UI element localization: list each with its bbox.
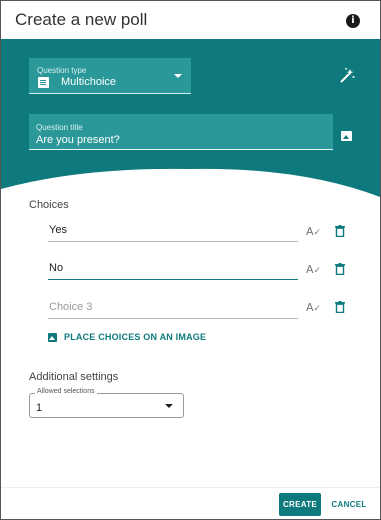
trash-icon[interactable] (335, 225, 345, 237)
choice-input-1[interactable]: Yes (48, 220, 298, 242)
chevron-down-icon (174, 74, 182, 78)
dialog-title: Create a new poll (15, 10, 148, 29)
list-icon (38, 77, 49, 88)
choice-input-3[interactable]: Choice 3 (48, 297, 298, 319)
place-choices-label: PLACE CHOICES ON AN IMAGE (64, 332, 207, 342)
footer-divider (1, 487, 380, 488)
question-type-label: Question type (37, 66, 87, 75)
trash-icon[interactable] (335, 301, 345, 313)
cancel-button[interactable]: CANCEL (331, 493, 367, 516)
image-icon (48, 332, 57, 342)
additional-settings-heading: Additional settings (29, 371, 119, 383)
choices-heading: Choices (29, 199, 69, 211)
question-type-select[interactable]: Question type Multichoice (29, 58, 191, 94)
question-title-value: Are you present? (36, 134, 120, 146)
choice-value: No (49, 262, 64, 274)
dialog-header: Create a new poll i (1, 1, 380, 39)
trash-icon[interactable] (335, 263, 345, 275)
spellcheck-icon[interactable]: A✓ (306, 225, 322, 239)
question-title-field[interactable]: Question title Are you present? (29, 114, 333, 150)
allowed-selections-select[interactable]: Allowed selections 1 (29, 388, 184, 418)
poll-dialog: Create a new poll i Question type Multic… (0, 0, 381, 520)
allowed-selections-value: 1 (36, 402, 43, 414)
question-type-value: Multichoice (61, 76, 117, 88)
spellcheck-icon[interactable]: A✓ (306, 301, 322, 315)
create-button[interactable]: CREATE (279, 493, 321, 516)
allowed-selections-label: Allowed selections (35, 388, 97, 395)
info-icon[interactable]: i (346, 14, 360, 28)
spellcheck-icon[interactable]: A✓ (306, 263, 322, 277)
choice-value: Yes (49, 224, 67, 236)
chevron-down-icon (165, 404, 173, 408)
place-choices-on-image-button[interactable]: PLACE CHOICES ON AN IMAGE (48, 332, 206, 342)
magic-wand-icon[interactable] (338, 67, 356, 85)
image-icon[interactable] (341, 131, 352, 141)
choice-placeholder: Choice 3 (49, 301, 93, 313)
choice-input-2[interactable]: No (48, 258, 298, 280)
question-title-label: Question title (36, 123, 83, 132)
